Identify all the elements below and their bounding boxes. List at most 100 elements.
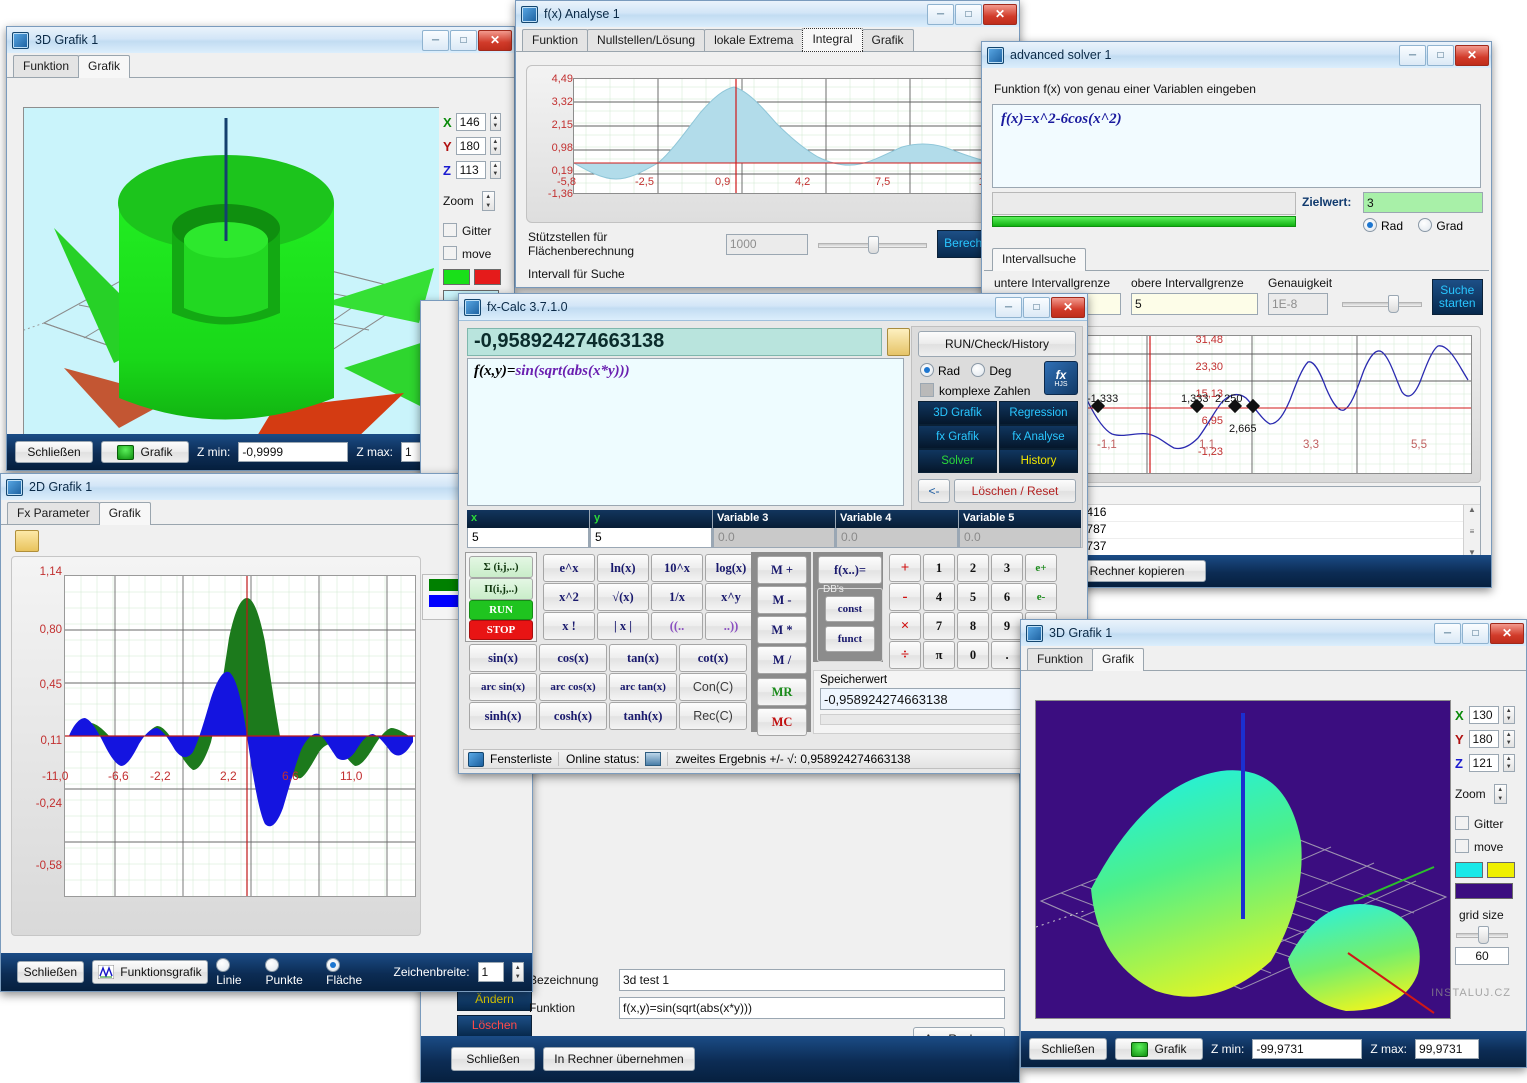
key-multiply[interactable]: ×	[889, 612, 921, 640]
fensterliste-label[interactable]: Fensterliste	[490, 752, 552, 766]
axis-spinner-z[interactable]: ▲ ▼	[1502, 754, 1515, 772]
axis-spinner-z[interactable]: ▲ ▼	[489, 161, 501, 179]
deg-radio[interactable]	[971, 363, 986, 377]
variable-value[interactable]: 0.0	[959, 528, 1081, 548]
color-swatch-low[interactable]	[1487, 862, 1515, 878]
results-vscrollbar[interactable]: ▲ ≡ ▼	[1463, 505, 1480, 557]
key-1[interactable]: 1	[923, 554, 955, 582]
key-mem-div[interactable]: M /	[757, 646, 807, 674]
axis-row-z[interactable]: Z ▲▼	[1455, 754, 1515, 772]
key-sqrt[interactable]: √(x)	[597, 583, 649, 611]
key-mem-clear[interactable]: MC	[757, 708, 807, 736]
aendern-button[interactable]: Ändern	[457, 989, 532, 1011]
minimize-button[interactable]: ─	[995, 296, 1022, 318]
maximize-button[interactable]: □	[1462, 622, 1489, 644]
zmin-input[interactable]	[238, 442, 349, 462]
maximize-button[interactable]: □	[450, 29, 477, 51]
axis-row-y[interactable]: Y ▲▼	[443, 137, 501, 155]
speicherwert-input[interactable]	[820, 688, 1048, 710]
key-minus[interactable]: -	[889, 583, 921, 611]
key-9[interactable]: 9	[991, 612, 1023, 640]
key-con-c[interactable]: Con(C)	[679, 673, 747, 701]
tab-grafik[interactable]: Grafik	[1092, 648, 1145, 671]
radio-linie[interactable]: Linie	[216, 957, 257, 987]
move-row[interactable]: move	[443, 246, 501, 261]
calc-angle-mode[interactable]: Rad Deg	[920, 363, 1011, 378]
key-4[interactable]: 4	[923, 583, 955, 611]
key-6[interactable]: 6	[991, 583, 1023, 611]
axis-spinner-y[interactable]: ▲ ▼	[1502, 730, 1515, 748]
rad-radio[interactable]	[920, 363, 934, 377]
maximize-button[interactable]: □	[1023, 296, 1050, 318]
move-row[interactable]: move	[1455, 839, 1515, 854]
gitter-checkbox[interactable]	[443, 223, 457, 237]
key-mem-mul[interactable]: M *	[757, 616, 807, 644]
suche-starten-button[interactable]: Suche starten	[1431, 279, 1483, 315]
tab-nullstellen[interactable]: Nullstellen/Lösung	[587, 29, 706, 51]
key-factorial[interactable]: x !	[543, 612, 595, 640]
uebernehmen-button[interactable]: In Rechner übernehmen	[543, 1047, 695, 1071]
btn-3d-grafik[interactable]: 3D Grafik	[918, 401, 997, 425]
3d-render-canvas-2[interactable]	[1035, 700, 1451, 1019]
key-8[interactable]: 8	[957, 612, 989, 640]
axis-input-x[interactable]	[455, 113, 486, 131]
radio-punkte[interactable]: Punkte	[265, 957, 318, 987]
tab-grafik[interactable]: Grafik	[78, 55, 131, 78]
window-buttons[interactable]: ─ □ ✕	[1399, 44, 1489, 66]
key-3[interactable]: 3	[991, 554, 1023, 582]
btn-solver[interactable]: Solver	[918, 449, 997, 473]
tabstrip-2d[interactable]: Fx Parameter Grafik	[1, 500, 532, 525]
key-stop[interactable]: STOP	[469, 620, 533, 640]
color-swatch-background[interactable]	[1455, 883, 1513, 899]
zoom-spinner[interactable]: ▲ ▼	[1493, 784, 1507, 804]
key-pi[interactable]: π	[923, 641, 955, 669]
obere-input[interactable]	[1131, 293, 1258, 315]
key-10x[interactable]: 10^x	[651, 554, 703, 582]
variable-value[interactable]: 5	[467, 528, 589, 548]
2d-close-button[interactable]: Schließen	[17, 961, 84, 983]
key-tan[interactable]: tan(x)	[609, 644, 677, 672]
tab-grafik[interactable]: Grafik	[861, 29, 914, 51]
key-cosh[interactable]: cosh(x)	[539, 702, 607, 730]
zielwert-input[interactable]	[1363, 192, 1483, 213]
calc-keypad[interactable]: Σ (i,j,..) Π(i,j,..) RUN STOP e^x ln(x) …	[465, 552, 1083, 736]
window-fx-analyse-1[interactable]: f(x) Analyse 1 ─ □ ✕ Funktion Nullstelle…	[515, 0, 1020, 288]
btn-regression[interactable]: Regression	[999, 401, 1078, 425]
tabstrip-solver[interactable]: Intervallsuche	[984, 246, 1489, 271]
key-arccos[interactable]: arc cos(x)	[539, 673, 607, 701]
radio-flaeche[interactable]: Fläche	[326, 957, 377, 987]
zeichenbreite-spinner[interactable]: ▲ ▼	[511, 962, 524, 982]
axis-row-y[interactable]: Y ▲▼	[1455, 730, 1515, 748]
btn-history[interactable]: History	[999, 449, 1078, 473]
titlebar-solver[interactable]: advanced solver 1 ─ □ ✕	[982, 42, 1491, 69]
btn-fx-grafik[interactable]: fx Grafik	[918, 425, 997, 449]
axis-input-y[interactable]	[1468, 730, 1499, 748]
key-arctan[interactable]: arc tan(x)	[609, 673, 677, 701]
tab-funktion[interactable]: Funktion	[1027, 648, 1094, 670]
tab-integral[interactable]: Integral	[802, 28, 863, 52]
tabstrip-analyse[interactable]: Funktion Nullstellen/Lösung lokale Extre…	[516, 27, 1019, 52]
minimize-button[interactable]: ─	[1434, 622, 1461, 644]
key-sinh[interactable]: sinh(x)	[469, 702, 537, 730]
key-cos[interactable]: cos(x)	[539, 644, 607, 672]
close-window-button[interactable]: Schließen	[1029, 1038, 1107, 1060]
variable-value[interactable]: 5	[590, 528, 712, 548]
key-power[interactable]: x^y	[705, 583, 757, 611]
axis-input-y[interactable]	[455, 137, 486, 155]
maximize-button[interactable]: □	[955, 3, 982, 25]
window-buttons[interactable]: ─ □ ✕	[927, 3, 1017, 25]
key-sin[interactable]: sin(x)	[469, 644, 537, 672]
gitter-checkbox[interactable]	[1455, 816, 1469, 830]
key-7[interactable]: 7	[923, 612, 955, 640]
tab-funktion[interactable]: Funktion	[13, 55, 80, 77]
minimize-button[interactable]: ─	[1399, 44, 1426, 66]
key-arcsin[interactable]: arc sin(x)	[469, 673, 537, 701]
key-abs[interactable]: | x |	[597, 612, 649, 640]
key-square[interactable]: x^2	[543, 583, 595, 611]
variable-column-3[interactable]: Variable 3 0.0	[713, 510, 836, 548]
key-e-minus[interactable]: e-	[1025, 583, 1057, 611]
titlebar-3d-grafik-1[interactable]: 3D Grafik 1 ─ □ ✕	[7, 27, 514, 54]
key-tanh[interactable]: tanh(x)	[609, 702, 677, 730]
back-button[interactable]: <-	[918, 479, 950, 503]
axis-row-x[interactable]: X ▲▼	[443, 113, 501, 131]
